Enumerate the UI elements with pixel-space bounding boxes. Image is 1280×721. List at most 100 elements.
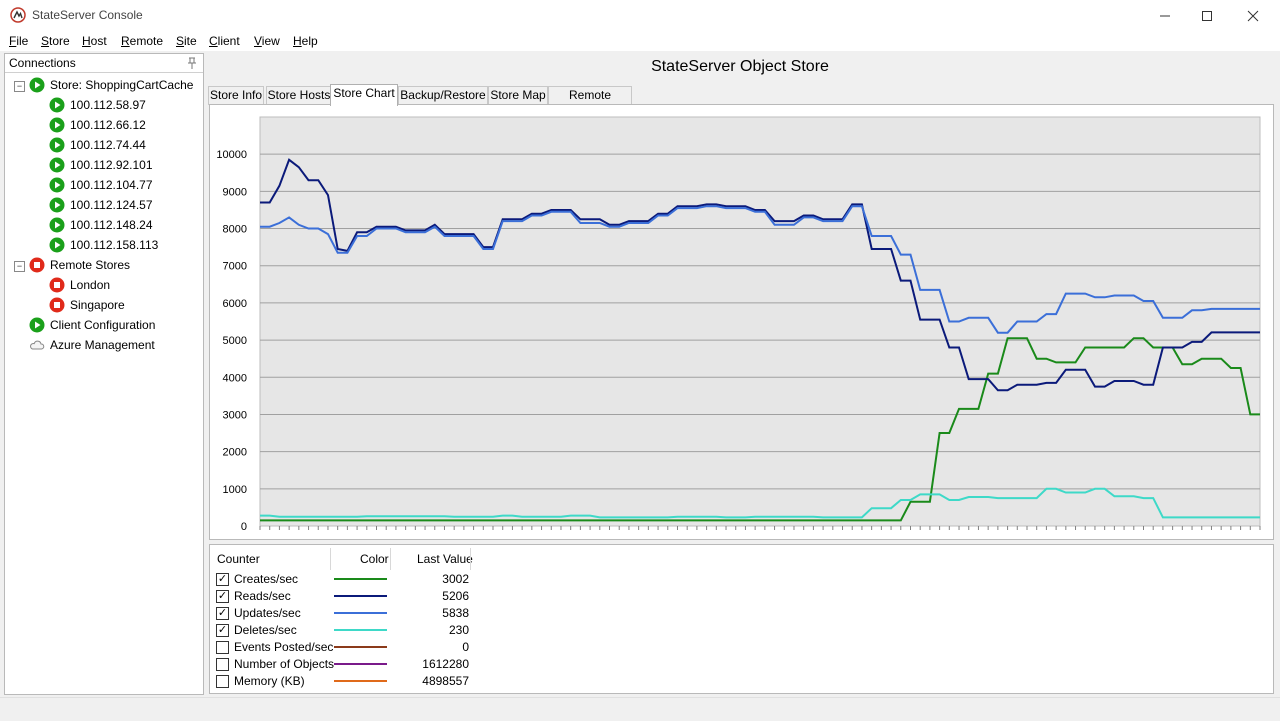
counter-color-swatch [334,663,387,665]
tree-item-remote[interactable]: London [49,275,110,295]
running-status-icon [29,317,45,333]
counter-checkbox[interactable]: ✓ [216,624,229,637]
menu-file[interactable]: File [9,34,28,48]
y-tick-label: 10000 [216,149,247,161]
counter-row: Memory (KB) 4898557 [210,673,510,690]
counter-row: Number of Objects 1612280 [210,656,510,673]
tab-store-chart[interactable]: Store Chart [330,84,398,106]
stopped-status-icon [49,277,65,293]
tree-item-remote[interactable]: Singapore [49,295,125,315]
tree-item-remote-stores[interactable]: Remote Stores [29,255,130,275]
counter-name: Reads/sec [234,589,291,603]
counter-name: Number of Objects [234,657,335,671]
counter-name: Memory (KB) [234,674,305,688]
running-status-icon [49,237,65,253]
counter-checkbox[interactable]: ✓ [216,590,229,603]
tree-item-host[interactable]: 100.112.158.113 [49,235,158,255]
counter-color-swatch [334,629,387,631]
counter-name: Events Posted/sec [234,640,334,654]
tree-item-label: 100.112.58.97 [70,98,146,112]
status-bar [0,697,1280,721]
y-tick-label: 7000 [223,261,247,273]
tree-item-label: 100.112.104.77 [70,178,153,192]
counter-last-value: 230 [448,623,469,637]
tree-item-host[interactable]: 100.112.124.57 [49,195,153,215]
counter-color-swatch [334,595,387,597]
tree-item-label: Remote Stores [50,258,131,272]
counter-row: ✓ Updates/sec 5838 [210,605,510,622]
menu-client[interactable]: Client [209,34,240,48]
tree-item-label: 100.112.74.44 [70,138,146,152]
running-status-icon [49,117,65,133]
tab-store-hosts[interactable]: Store Hosts [266,86,332,105]
tab-backup-restore[interactable]: Backup/Restore [398,86,488,105]
menu-store[interactable]: Store [41,34,70,48]
counter-last-value: 5206 [442,589,469,603]
counter-name: Creates/sec [234,572,299,586]
y-tick-label: 4000 [223,372,247,384]
counter-last-value: 0 [462,640,469,654]
tree-item-client-configuration[interactable]: Client Configuration [29,315,155,335]
tree-item-label: 100.112.158.113 [70,238,159,252]
menu-help[interactable]: Help [293,34,318,48]
minimize-button[interactable] [1142,0,1188,31]
tree-item-host[interactable]: 100.112.58.97 [49,95,146,115]
stopped-status-icon [49,297,65,313]
counter-color-swatch [334,680,387,682]
tree-item-host[interactable]: 100.112.148.24 [49,215,153,235]
tree-item-host[interactable]: 100.112.104.77 [49,175,153,195]
pin-icon[interactable] [185,56,199,70]
menu-view[interactable]: View [254,34,280,48]
minimize-icon [1160,15,1170,16]
running-status-icon [49,197,65,213]
menu-site[interactable]: Site [176,34,197,48]
running-status-icon [49,217,65,233]
counter-checkbox[interactable] [216,675,229,688]
maximize-icon [1202,10,1212,21]
maximize-button[interactable] [1184,0,1230,31]
counter-checkbox[interactable]: ✓ [216,573,229,586]
counter-checkbox[interactable] [216,658,229,671]
collapse-store-toggle[interactable]: − [14,81,25,92]
column-divider [470,548,471,570]
last-value-column-header: Last Value [417,552,473,566]
column-divider [330,548,331,570]
running-status-icon [49,97,65,113]
counter-last-value: 4898557 [422,674,469,688]
tree-item-host[interactable]: 100.112.74.44 [49,135,146,155]
tree-item-label: 100.112.148.24 [70,218,153,232]
counter-last-value: 5838 [442,606,469,620]
y-tick-label: 0 [241,521,247,533]
tab-store-map[interactable]: Store Map [488,86,548,105]
counter-row: ✓ Creates/sec 3002 [210,571,510,588]
tree-item-label: Singapore [70,298,125,312]
collapse-remote-toggle[interactable]: − [14,261,25,272]
tree-item-label: 100.112.66.12 [70,118,146,132]
menu-host[interactable]: Host [82,34,107,48]
app-logo-icon [10,7,26,23]
counter-checkbox[interactable]: ✓ [216,607,229,620]
window-title: StateServer Console [32,8,143,22]
tab-remote-clients[interactable]: Remote Clients [548,86,632,119]
y-tick-label: 3000 [223,409,247,421]
counter-color-swatch [334,578,387,580]
y-tick-label: 2000 [223,447,247,459]
tree-item-label: London [70,278,111,292]
running-status-icon [29,77,45,93]
store-chart: 0 1000 2000 3000 4000 5000 6000 7000 8000 9000 100… [216,116,1261,533]
chart-panel: 0 1000 2000 3000 4000 5000 6000 7000 8000 9000 100… [209,104,1274,540]
tab-store-info[interactable]: Store Info [208,86,264,105]
tree-item-azure-management[interactable]: Azure Management [29,335,155,355]
tree-item-store[interactable]: Store: ShoppingCartCache [29,75,193,95]
column-divider [390,548,391,570]
close-button[interactable] [1230,0,1276,31]
tree-item-host[interactable]: 100.112.92.101 [49,155,153,175]
counter-panel: Counter Color Last Value ✓ Creates/sec 300… [209,544,1274,694]
menu-remote[interactable]: Remote [121,34,163,48]
counter-checkbox[interactable] [216,641,229,654]
tree-item-host[interactable]: 100.112.66.12 [49,115,146,135]
y-tick-label: 5000 [223,335,247,347]
close-icon [1247,10,1259,21]
color-column-header: Color [360,552,389,566]
y-tick-label: 6000 [223,298,247,310]
